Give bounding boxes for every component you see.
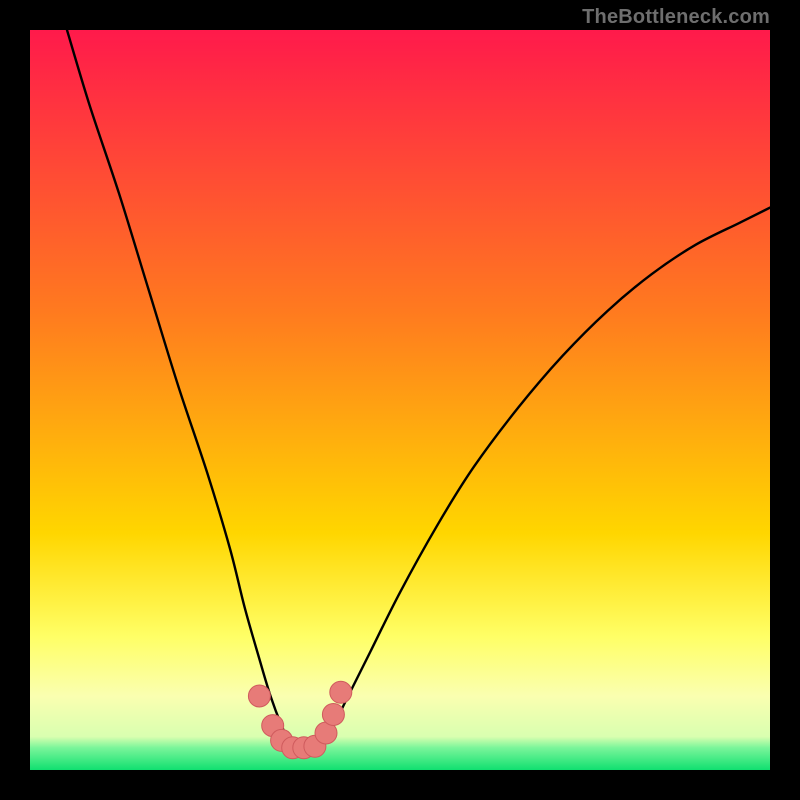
curve-marker [330, 681, 352, 703]
chart-frame: TheBottleneck.com [0, 0, 800, 800]
curve-markers [248, 681, 351, 759]
curve-marker [248, 685, 270, 707]
watermark-text: TheBottleneck.com [582, 6, 770, 29]
plot-area [30, 30, 770, 770]
bottleneck-curve [67, 30, 770, 752]
curve-marker [322, 704, 344, 726]
curve-layer [30, 30, 770, 770]
